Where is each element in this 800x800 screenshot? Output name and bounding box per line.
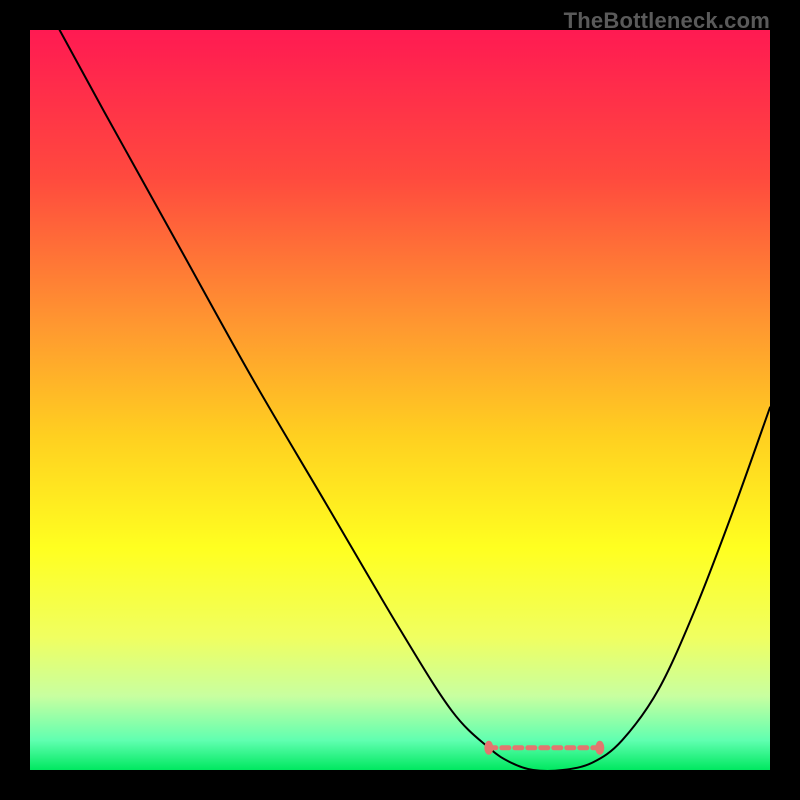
optimal-band-dot-right — [595, 741, 604, 755]
optimal-band-dot-left — [484, 741, 493, 755]
optimal-band — [484, 741, 604, 755]
plot-area — [30, 30, 770, 770]
chart-container: TheBottleneck.com — [0, 0, 800, 800]
chart-svg — [30, 30, 770, 770]
bottleneck-curve — [60, 30, 770, 770]
